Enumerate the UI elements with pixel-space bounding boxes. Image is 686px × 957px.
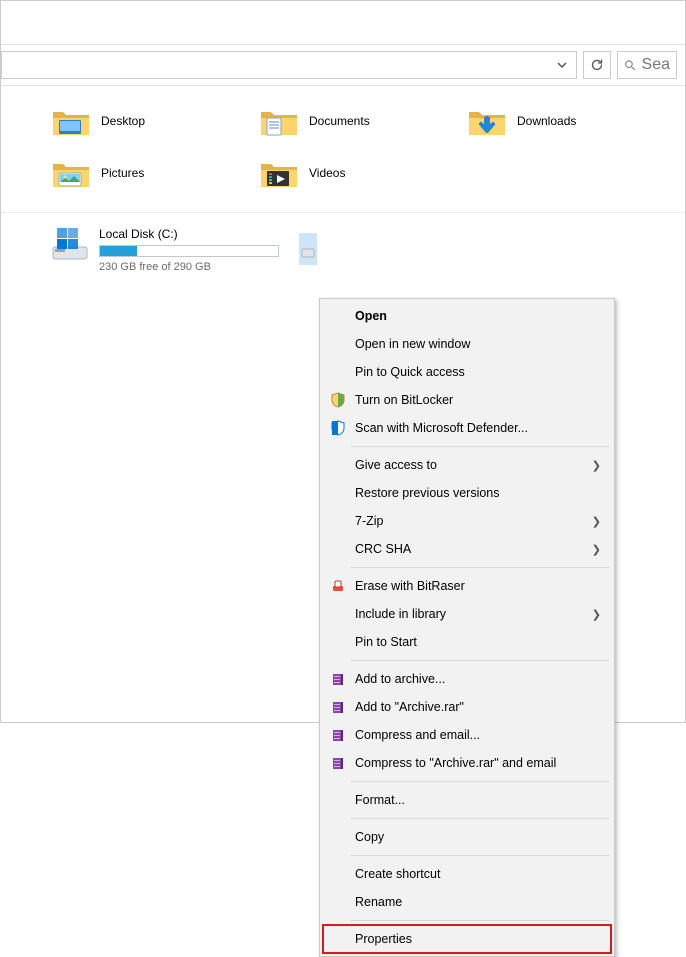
ctx-separator (351, 818, 609, 819)
ctx-rename[interactable]: Rename (323, 888, 611, 916)
ctx-defender-scan[interactable]: Scan with Microsoft Defender... (323, 414, 611, 442)
search-input[interactable]: Sea (617, 51, 677, 79)
ctx-copy[interactable]: Copy (323, 823, 611, 851)
ctx-pin-quick-access[interactable]: Pin to Quick access (323, 358, 611, 386)
ctx-crc-sha[interactable]: CRC SHA❯ (323, 535, 611, 563)
ctx-format[interactable]: Format... (323, 786, 611, 814)
defender-icon (329, 419, 347, 437)
drive-secondary[interactable] (299, 227, 317, 273)
folder-label: Videos (309, 166, 345, 180)
chevron-right-icon: ❯ (592, 608, 601, 621)
ctx-pin-start[interactable]: Pin to Start (323, 628, 611, 656)
ctx-bitlocker[interactable]: Turn on BitLocker (323, 386, 611, 414)
drives-section: Local Disk (C:) 230 GB free of 290 GB (1, 227, 685, 273)
shield-icon (329, 391, 347, 409)
ribbon-area (1, 1, 685, 45)
drive-name: Local Disk (C:) (99, 227, 279, 241)
ctx-compress-rar-email[interactable]: Compress to "Archive.rar" and email (323, 749, 611, 777)
folder-label: Pictures (101, 166, 144, 180)
address-bar[interactable] (1, 51, 577, 79)
ctx-add-archive[interactable]: Add to archive... (323, 665, 611, 693)
folder-desktop[interactable]: Desktop (51, 104, 259, 138)
context-menu: Open Open in new window Pin to Quick acc… (319, 298, 615, 957)
chevron-right-icon: ❯ (592, 543, 601, 556)
search-icon (624, 58, 636, 72)
drive-capacity-bar (99, 245, 279, 257)
folder-icon (51, 156, 91, 190)
ctx-separator (351, 855, 609, 856)
ctx-restore-previous[interactable]: Restore previous versions (323, 479, 611, 507)
ctx-include-library[interactable]: Include in library❯ (323, 600, 611, 628)
ctx-open-new-window[interactable]: Open in new window (323, 330, 611, 358)
folder-icon (259, 104, 299, 138)
ctx-bitraser[interactable]: Erase with BitRaser (323, 572, 611, 600)
section-divider (1, 212, 685, 213)
folder-pictures[interactable]: Pictures (51, 156, 259, 190)
drive-free-text: 230 GB free of 290 GB (99, 261, 279, 273)
drive-icon-selected (299, 233, 317, 265)
address-row: Sea (1, 45, 685, 86)
folder-label: Desktop (101, 114, 145, 128)
folder-icon (467, 104, 507, 138)
ctx-properties[interactable]: Properties (323, 925, 611, 953)
ctx-separator (351, 660, 609, 661)
folder-label: Documents (309, 114, 370, 128)
ctx-separator (351, 567, 609, 568)
chevron-right-icon: ❯ (592, 459, 601, 472)
chevron-right-icon: ❯ (592, 515, 601, 528)
folder-downloads[interactable]: Downloads (467, 104, 675, 138)
folder-icon (259, 156, 299, 190)
ctx-compress-email[interactable]: Compress and email... (323, 721, 611, 749)
ctx-separator (351, 781, 609, 782)
chevron-down-icon[interactable] (554, 57, 570, 73)
ctx-create-shortcut[interactable]: Create shortcut (323, 860, 611, 888)
ctx-add-archive-rar[interactable]: Add to "Archive.rar" (323, 693, 611, 721)
content-pane: Desktop Documents Download (1, 86, 685, 273)
ctx-7zip[interactable]: 7-Zip❯ (323, 507, 611, 535)
drive-info: Local Disk (C:) 230 GB free of 290 GB (99, 227, 279, 273)
eraser-icon (329, 577, 347, 595)
folder-icon (51, 104, 91, 138)
folder-label: Downloads (517, 114, 576, 128)
archive-icon (329, 754, 347, 772)
folder-videos[interactable]: Videos (259, 156, 467, 190)
drive-icon (51, 227, 89, 265)
archive-icon (329, 726, 347, 744)
ctx-separator (351, 920, 609, 921)
drive-local-c[interactable]: Local Disk (C:) 230 GB free of 290 GB (51, 227, 279, 273)
archive-icon (329, 670, 347, 688)
folders-section: Desktop Documents Download (1, 104, 685, 212)
archive-icon (329, 698, 347, 716)
refresh-button[interactable] (583, 51, 611, 79)
ctx-separator (351, 446, 609, 447)
folder-documents[interactable]: Documents (259, 104, 467, 138)
ctx-give-access[interactable]: Give access to❯ (323, 451, 611, 479)
ctx-open[interactable]: Open (323, 302, 611, 330)
search-placeholder: Sea (642, 56, 670, 74)
